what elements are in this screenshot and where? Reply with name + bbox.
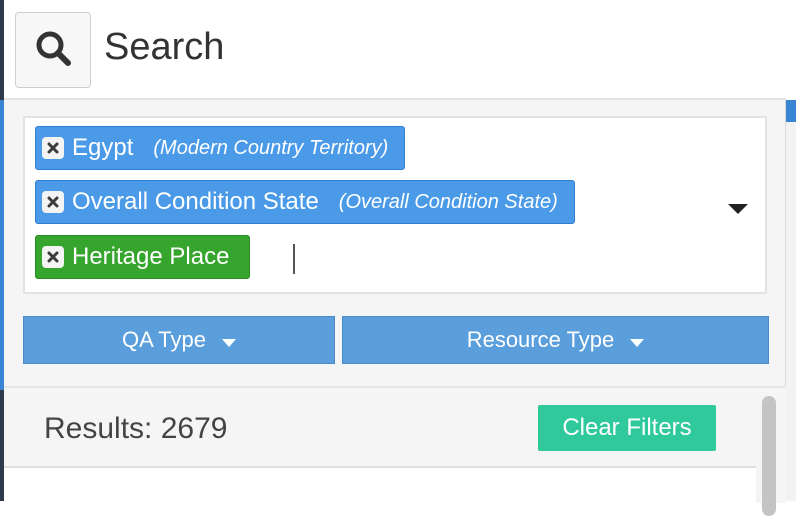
search-tag-overall-condition-state[interactable]: Overall Condition State (Overall Conditi… bbox=[35, 180, 575, 224]
adjacent-panel-edge bbox=[785, 100, 796, 501]
search-header: Search bbox=[4, 0, 786, 100]
tag-context: (Modern Country Territory) bbox=[153, 136, 389, 159]
search-button[interactable] bbox=[15, 12, 91, 88]
search-tag-egypt[interactable]: Egypt (Modern Country Territory) bbox=[35, 126, 406, 170]
text-cursor bbox=[293, 244, 295, 274]
remove-tag-icon[interactable] bbox=[42, 137, 64, 159]
filter-panel: Egypt (Modern Country Territory) Overall… bbox=[4, 100, 786, 386]
results-area: Results: 2679 Clear Filters bbox=[4, 386, 786, 516]
search-input[interactable]: Search bbox=[104, 26, 224, 69]
tag-label: Overall Condition State bbox=[72, 188, 319, 215]
search-tag-heritage-place[interactable]: Heritage Place bbox=[35, 235, 251, 279]
clear-filters-button[interactable]: Clear Filters bbox=[538, 405, 716, 451]
results-count: Results: 2679 bbox=[44, 412, 228, 445]
qa-type-dropdown[interactable]: QA Type bbox=[23, 316, 335, 364]
chevron-down-icon bbox=[630, 327, 645, 353]
results-list bbox=[4, 468, 756, 503]
resource-type-label: Resource Type bbox=[466, 327, 615, 352]
tag-label: Egypt bbox=[72, 134, 134, 161]
results-header: Results: 2679 Clear Filters bbox=[4, 388, 756, 468]
dropdown-caret-icon[interactable] bbox=[727, 202, 749, 220]
qa-type-label: QA Type bbox=[122, 327, 206, 352]
tag-context: (Overall Condition State) bbox=[338, 190, 558, 213]
search-icon bbox=[33, 28, 73, 73]
search-tag-input[interactable]: Egypt (Modern Country Territory) Overall… bbox=[23, 116, 767, 294]
remove-tag-icon[interactable] bbox=[42, 191, 64, 213]
resource-type-dropdown[interactable]: Resource Type bbox=[342, 316, 769, 364]
remove-tag-icon[interactable] bbox=[42, 246, 64, 268]
chevron-down-icon bbox=[221, 327, 236, 353]
adjacent-panel-accent bbox=[786, 100, 796, 122]
tag-label: Heritage Place bbox=[72, 243, 230, 270]
scrollbar-thumb[interactable] bbox=[762, 396, 776, 516]
